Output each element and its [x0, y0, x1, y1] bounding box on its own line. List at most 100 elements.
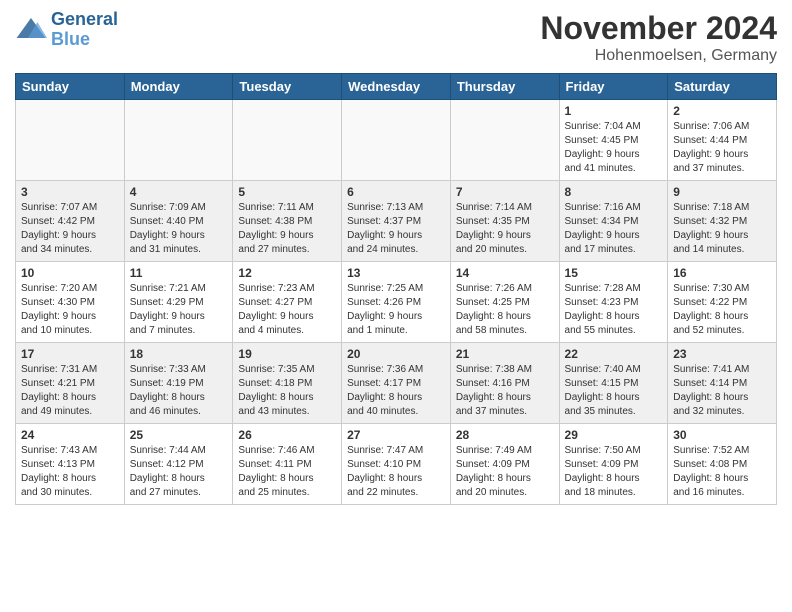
week-row-1: 1Sunrise: 7:04 AM Sunset: 4:45 PM Daylig…	[16, 100, 777, 181]
title-block: November 2024 Hohenmoelsen, Germany	[540, 10, 777, 65]
day-info: Sunrise: 7:46 AM Sunset: 4:11 PM Dayligh…	[238, 444, 336, 500]
day-info: Sunrise: 7:07 AM Sunset: 4:42 PM Dayligh…	[21, 201, 119, 257]
weekday-header-row: SundayMondayTuesdayWednesdayThursdayFrid…	[16, 74, 777, 100]
weekday-header-tuesday: Tuesday	[233, 74, 342, 100]
day-number: 7	[456, 185, 554, 199]
calendar-cell: 16Sunrise: 7:30 AM Sunset: 4:22 PM Dayli…	[668, 262, 777, 343]
calendar-table: SundayMondayTuesdayWednesdayThursdayFrid…	[15, 73, 777, 505]
calendar-cell: 6 Sunrise: 7:13 AM Sunset: 4:37 PM Daylig…	[342, 181, 451, 262]
calendar-cell	[233, 100, 342, 181]
page-header: General Blue November 2024 Hohenmoelsen,…	[15, 10, 777, 65]
calendar-cell: 28 Sunrise: 7:49 AM Sunset: 4:09 PM Dayli…	[450, 424, 559, 505]
week-row-5: 24 Sunrise: 7:43 AM Sunset: 4:13 PM Dayli…	[16, 424, 777, 505]
day-info: Sunrise: 7:41 AM Sunset: 4:14 PM Dayligh…	[673, 363, 771, 419]
day-number: 29	[565, 428, 663, 442]
weekday-header-monday: Monday	[124, 74, 233, 100]
weekday-header-wednesday: Wednesday	[342, 74, 451, 100]
logo: General Blue	[15, 10, 118, 50]
weekday-header-thursday: Thursday	[450, 74, 559, 100]
day-number: 5	[238, 185, 336, 199]
calendar-cell: 26 Sunrise: 7:46 AM Sunset: 4:11 PM Dayli…	[233, 424, 342, 505]
calendar-cell: 1Sunrise: 7:04 AM Sunset: 4:45 PM Daylig…	[559, 100, 668, 181]
day-info: Sunrise: 7:36 AM Sunset: 4:17 PM Dayligh…	[347, 363, 445, 419]
day-number: 2	[673, 104, 771, 118]
location: Hohenmoelsen, Germany	[540, 47, 777, 65]
day-number: 21	[456, 347, 554, 361]
calendar-cell	[16, 100, 125, 181]
calendar-cell: 24 Sunrise: 7:43 AM Sunset: 4:13 PM Dayli…	[16, 424, 125, 505]
day-number: 13	[347, 266, 445, 280]
calendar-cell: 25 Sunrise: 7:44 AM Sunset: 4:12 PM Dayli…	[124, 424, 233, 505]
day-number: 30	[673, 428, 771, 442]
day-info: Sunrise: 7:49 AM Sunset: 4:09 PM Dayligh…	[456, 444, 554, 500]
calendar-cell: 2 Sunrise: 7:06 AM Sunset: 4:44 PM Daylig…	[668, 100, 777, 181]
day-info: Sunrise: 7:31 AM Sunset: 4:21 PM Dayligh…	[21, 363, 119, 419]
day-info: Sunrise: 7:30 AM Sunset: 4:22 PM Dayligh…	[673, 282, 771, 338]
calendar-cell: 27Sunrise: 7:47 AM Sunset: 4:10 PM Dayli…	[342, 424, 451, 505]
calendar-cell: 20 Sunrise: 7:36 AM Sunset: 4:17 PM Dayli…	[342, 343, 451, 424]
day-number: 27	[347, 428, 445, 442]
day-number: 9	[673, 185, 771, 199]
day-number: 24	[21, 428, 119, 442]
day-info: Sunrise: 7:04 AM Sunset: 4:45 PM Dayligh…	[565, 120, 663, 176]
logo-line1: General	[51, 9, 118, 29]
calendar-cell	[124, 100, 233, 181]
day-info: Sunrise: 7:25 AM Sunset: 4:26 PM Dayligh…	[347, 282, 445, 338]
day-number: 28	[456, 428, 554, 442]
day-info: Sunrise: 7:06 AM Sunset: 4:44 PM Dayligh…	[673, 120, 771, 176]
logo-icon	[15, 14, 47, 46]
day-number: 18	[130, 347, 228, 361]
day-info: Sunrise: 7:40 AM Sunset: 4:15 PM Dayligh…	[565, 363, 663, 419]
week-row-4: 17 Sunrise: 7:31 AM Sunset: 4:21 PM Dayli…	[16, 343, 777, 424]
calendar-cell: 4 Sunrise: 7:09 AM Sunset: 4:40 PM Daylig…	[124, 181, 233, 262]
day-info: Sunrise: 7:13 AM Sunset: 4:37 PM Dayligh…	[347, 201, 445, 257]
day-info: Sunrise: 7:44 AM Sunset: 4:12 PM Dayligh…	[130, 444, 228, 500]
day-info: Sunrise: 7:38 AM Sunset: 4:16 PM Dayligh…	[456, 363, 554, 419]
day-number: 8	[565, 185, 663, 199]
calendar-cell: 9 Sunrise: 7:18 AM Sunset: 4:32 PM Daylig…	[668, 181, 777, 262]
calendar-cell: 7 Sunrise: 7:14 AM Sunset: 4:35 PM Daylig…	[450, 181, 559, 262]
day-info: Sunrise: 7:14 AM Sunset: 4:35 PM Dayligh…	[456, 201, 554, 257]
calendar-cell	[342, 100, 451, 181]
day-info: Sunrise: 7:26 AM Sunset: 4:25 PM Dayligh…	[456, 282, 554, 338]
weekday-header-saturday: Saturday	[668, 74, 777, 100]
day-number: 4	[130, 185, 228, 199]
day-number: 17	[21, 347, 119, 361]
day-info: Sunrise: 7:20 AM Sunset: 4:30 PM Dayligh…	[21, 282, 119, 338]
day-info: Sunrise: 7:33 AM Sunset: 4:19 PM Dayligh…	[130, 363, 228, 419]
day-info: Sunrise: 7:18 AM Sunset: 4:32 PM Dayligh…	[673, 201, 771, 257]
day-info: Sunrise: 7:09 AM Sunset: 4:40 PM Dayligh…	[130, 201, 228, 257]
day-info: Sunrise: 7:43 AM Sunset: 4:13 PM Dayligh…	[21, 444, 119, 500]
calendar-cell: 18 Sunrise: 7:33 AM Sunset: 4:19 PM Dayli…	[124, 343, 233, 424]
day-info: Sunrise: 7:28 AM Sunset: 4:23 PM Dayligh…	[565, 282, 663, 338]
weekday-header-friday: Friday	[559, 74, 668, 100]
calendar-cell	[450, 100, 559, 181]
calendar-cell: 5 Sunrise: 7:11 AM Sunset: 4:38 PM Daylig…	[233, 181, 342, 262]
day-info: Sunrise: 7:52 AM Sunset: 4:08 PM Dayligh…	[673, 444, 771, 500]
day-number: 26	[238, 428, 336, 442]
logo-line2: Blue	[51, 29, 90, 49]
calendar-cell: 3Sunrise: 7:07 AM Sunset: 4:42 PM Daylig…	[16, 181, 125, 262]
day-number: 6	[347, 185, 445, 199]
logo-text: General Blue	[51, 10, 118, 50]
calendar-cell: 12 Sunrise: 7:23 AM Sunset: 4:27 PM Dayli…	[233, 262, 342, 343]
day-info: Sunrise: 7:11 AM Sunset: 4:38 PM Dayligh…	[238, 201, 336, 257]
day-number: 20	[347, 347, 445, 361]
day-number: 12	[238, 266, 336, 280]
day-number: 23	[673, 347, 771, 361]
weekday-header-sunday: Sunday	[16, 74, 125, 100]
day-info: Sunrise: 7:21 AM Sunset: 4:29 PM Dayligh…	[130, 282, 228, 338]
calendar-cell: 22Sunrise: 7:40 AM Sunset: 4:15 PM Dayli…	[559, 343, 668, 424]
day-info: Sunrise: 7:23 AM Sunset: 4:27 PM Dayligh…	[238, 282, 336, 338]
calendar-cell: 8 Sunrise: 7:16 AM Sunset: 4:34 PM Daylig…	[559, 181, 668, 262]
day-number: 14	[456, 266, 554, 280]
day-info: Sunrise: 7:16 AM Sunset: 4:34 PM Dayligh…	[565, 201, 663, 257]
day-number: 11	[130, 266, 228, 280]
calendar-cell: 10Sunrise: 7:20 AM Sunset: 4:30 PM Dayli…	[16, 262, 125, 343]
day-number: 25	[130, 428, 228, 442]
calendar-cell: 15Sunrise: 7:28 AM Sunset: 4:23 PM Dayli…	[559, 262, 668, 343]
month-title: November 2024	[540, 10, 777, 47]
calendar-cell: 19Sunrise: 7:35 AM Sunset: 4:18 PM Dayli…	[233, 343, 342, 424]
week-row-2: 3Sunrise: 7:07 AM Sunset: 4:42 PM Daylig…	[16, 181, 777, 262]
calendar-cell: 11 Sunrise: 7:21 AM Sunset: 4:29 PM Dayli…	[124, 262, 233, 343]
